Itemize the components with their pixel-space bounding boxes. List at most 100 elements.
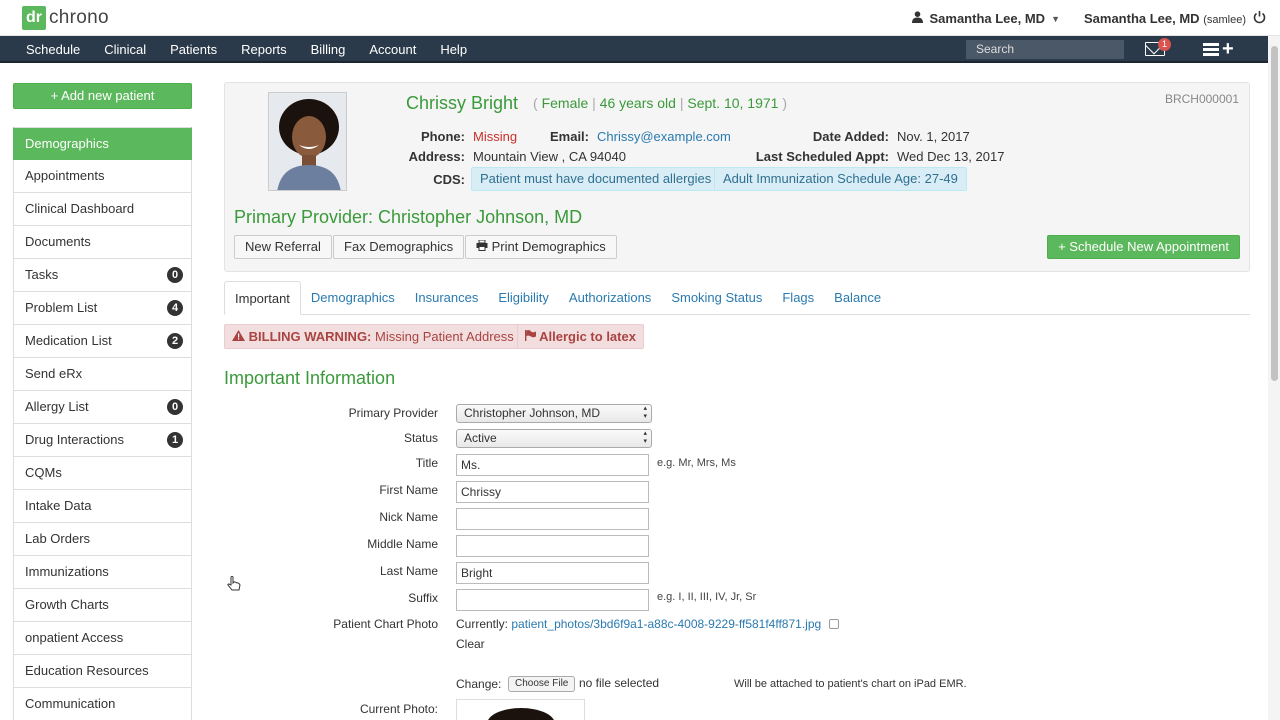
sidebar-item-cqms[interactable]: CQMs (13, 457, 192, 490)
provider-switcher[interactable]: Samantha Lee, MD ▼ (912, 11, 1060, 26)
primary-provider-select[interactable]: Christopher Johnson, MD (456, 404, 652, 423)
nav-item-help[interactable]: Help (428, 42, 479, 57)
cds-alert-immunization[interactable]: Adult Immunization Schedule Age: 27-49 (714, 167, 967, 191)
sidebar-item-allergy-list[interactable]: Allergy List 0 (13, 391, 192, 424)
choose-file-button[interactable]: Choose File (508, 676, 576, 692)
drchrono-logo[interactable]: dr chrono (22, 6, 109, 30)
flag-icon (525, 329, 539, 344)
primary-provider-heading: Primary Provider: Christopher Johnson, M… (234, 207, 583, 227)
count-badge: 1 (167, 432, 183, 448)
sidebar-item-send-erx[interactable]: Send eRx (13, 358, 192, 391)
suffix-hint: e.g. I, II, III, IV, Jr, Sr (657, 591, 757, 603)
account-handle: (samlee) (1203, 14, 1246, 26)
patient-chart-photo-label: Patient Chart Photo (333, 617, 438, 631)
allergy-flag-alert[interactable]: Allergic to latex (517, 324, 644, 349)
status-select[interactable]: Active (456, 429, 652, 448)
sidebar-item-lab-orders[interactable]: Lab Orders (13, 523, 192, 556)
clear-photo-checkbox[interactable] (828, 619, 839, 629)
nick-name-label: Nick Name (379, 510, 438, 524)
new-referral-button[interactable]: New Referral (234, 235, 332, 259)
sidebar-item-medication-list[interactable]: Medication List 2 (13, 325, 192, 358)
tab-insurances[interactable]: Insurances (405, 281, 489, 315)
sidebar-item-label: Documents (25, 234, 91, 249)
sidebar-item-clinical-dashboard[interactable]: Clinical Dashboard (13, 193, 192, 226)
email-link[interactable]: Chrissy@example.com (597, 129, 731, 144)
date-added-value: Nov. 1, 2017 (897, 129, 970, 144)
first-name-field[interactable]: Chrissy (456, 481, 649, 503)
sidebar-item-drug-interactions[interactable]: Drug Interactions 1 (13, 424, 192, 457)
photo-file-link[interactable]: patient_photos/3bd6f9a1-a88c-4008-9229-f… (511, 617, 821, 631)
sidebar-item-communication[interactable]: Communication (13, 688, 192, 720)
tab-important[interactable]: Important (224, 281, 301, 315)
fax-demographics-button[interactable]: Fax Demographics (333, 235, 465, 259)
billing-warning-text: Missing Patient Address (375, 329, 514, 344)
tab-smoking-status[interactable]: Smoking Status (661, 281, 772, 315)
address-value: Mountain View , CA 94040 (473, 149, 626, 164)
currently-label: Currently: (456, 617, 509, 631)
sidebar-item-label: Appointments (25, 168, 105, 183)
address-label: Address: (408, 149, 465, 164)
nick-name-field[interactable] (456, 508, 649, 530)
cds-label: CDS: (433, 172, 465, 187)
add-new-patient-button[interactable]: + Add new patient (13, 83, 192, 109)
middle-name-field[interactable] (456, 535, 649, 557)
allergy-flag-text: Allergic to latex (539, 329, 636, 344)
hamburger-menu-icon[interactable] (1203, 43, 1219, 56)
sidebar-item-label: Tasks (25, 267, 59, 282)
sidebar-item-education-resources[interactable]: Education Resources (13, 655, 192, 688)
sidebar-item-intake-data[interactable]: Intake Data (13, 490, 192, 523)
billing-warning-alert[interactable]: BILLING WARNING: Missing Patient Address (224, 324, 522, 349)
tab-flags[interactable]: Flags (772, 281, 824, 315)
sidebar-item-label: Clinical Dashboard (25, 201, 135, 216)
clear-label: Clear (456, 637, 485, 651)
title-field[interactable]: Ms. (456, 454, 649, 476)
sidebar-item-growth-charts[interactable]: Growth Charts (13, 589, 192, 622)
nav-item-schedule[interactable]: Schedule (14, 42, 92, 57)
first-name-label: First Name (379, 483, 438, 497)
logo-mark: dr (22, 6, 46, 30)
sidebar-item-immunizations[interactable]: Immunizations (13, 556, 192, 589)
title-hint: e.g. Mr, Mrs, Ms (657, 457, 736, 469)
sidebar-item-documents[interactable]: Documents (13, 226, 192, 259)
tab-authorizations[interactable]: Authorizations (559, 281, 661, 315)
nav-item-patients[interactable]: Patients (158, 42, 229, 57)
page-scrollbar[interactable] (1268, 36, 1280, 720)
cds-alert-allergies[interactable]: Patient must have documented allergies (471, 167, 721, 191)
tab-balance[interactable]: Balance (824, 281, 891, 315)
sidebar-item-problem-list[interactable]: Problem List 4 (13, 292, 192, 325)
nav-item-reports[interactable]: Reports (229, 42, 299, 57)
sidebar-item-onpatient-access[interactable]: onpatient Access (13, 622, 192, 655)
sidebar-item-appointments[interactable]: Appointments (13, 160, 192, 193)
sidebar-item-label: Demographics (25, 136, 109, 151)
sidebar-item-label: onpatient Access (25, 630, 124, 645)
mail-count-badge: 1 (1158, 38, 1172, 51)
nav-items: Schedule Clinical Patients Reports Billing Ac… (14, 36, 479, 63)
primary-provider-label: Primary Provider (348, 406, 438, 420)
scrollbar-thumb[interactable] (1271, 46, 1278, 381)
search-input[interactable]: Search (966, 40, 1124, 59)
sidebar-item-label: Problem List (25, 300, 98, 315)
tab-eligibility[interactable]: Eligibility (488, 281, 559, 315)
last-name-field[interactable]: Bright (456, 562, 649, 584)
hand-cursor-icon (227, 576, 241, 597)
phone-label: Phone: (420, 129, 465, 144)
tab-demographics[interactable]: Demographics (301, 281, 405, 315)
print-demographics-button[interactable]: Print Demographics (465, 235, 617, 259)
nav-item-billing[interactable]: Billing (299, 42, 358, 57)
count-badge: 0 (167, 267, 183, 283)
current-photo-label: Current Photo: (359, 702, 438, 716)
title-label: Title (415, 456, 438, 470)
nav-item-clinical[interactable]: Clinical (92, 42, 158, 57)
patient-id: BRCH000001 (1164, 92, 1239, 106)
patient-header-panel: Chrissy Bright ( Female | 46 years old |… (224, 82, 1250, 272)
power-icon[interactable] (1253, 10, 1266, 27)
sidebar-item-demographics[interactable]: Demographics (13, 127, 192, 160)
schedule-new-appointment-button[interactable]: + Schedule New Appointment (1047, 235, 1240, 259)
nav-item-account[interactable]: Account (357, 42, 428, 57)
suffix-field[interactable] (456, 589, 649, 611)
sidebar-item-tasks[interactable]: Tasks 0 (13, 259, 192, 292)
provider-name: Samantha Lee, MD (929, 11, 1046, 26)
sidebar-item-label: Intake Data (25, 498, 92, 513)
plus-icon[interactable]: + (1222, 39, 1234, 59)
account-name[interactable]: Samantha Lee, MD (samlee) (1084, 11, 1246, 26)
